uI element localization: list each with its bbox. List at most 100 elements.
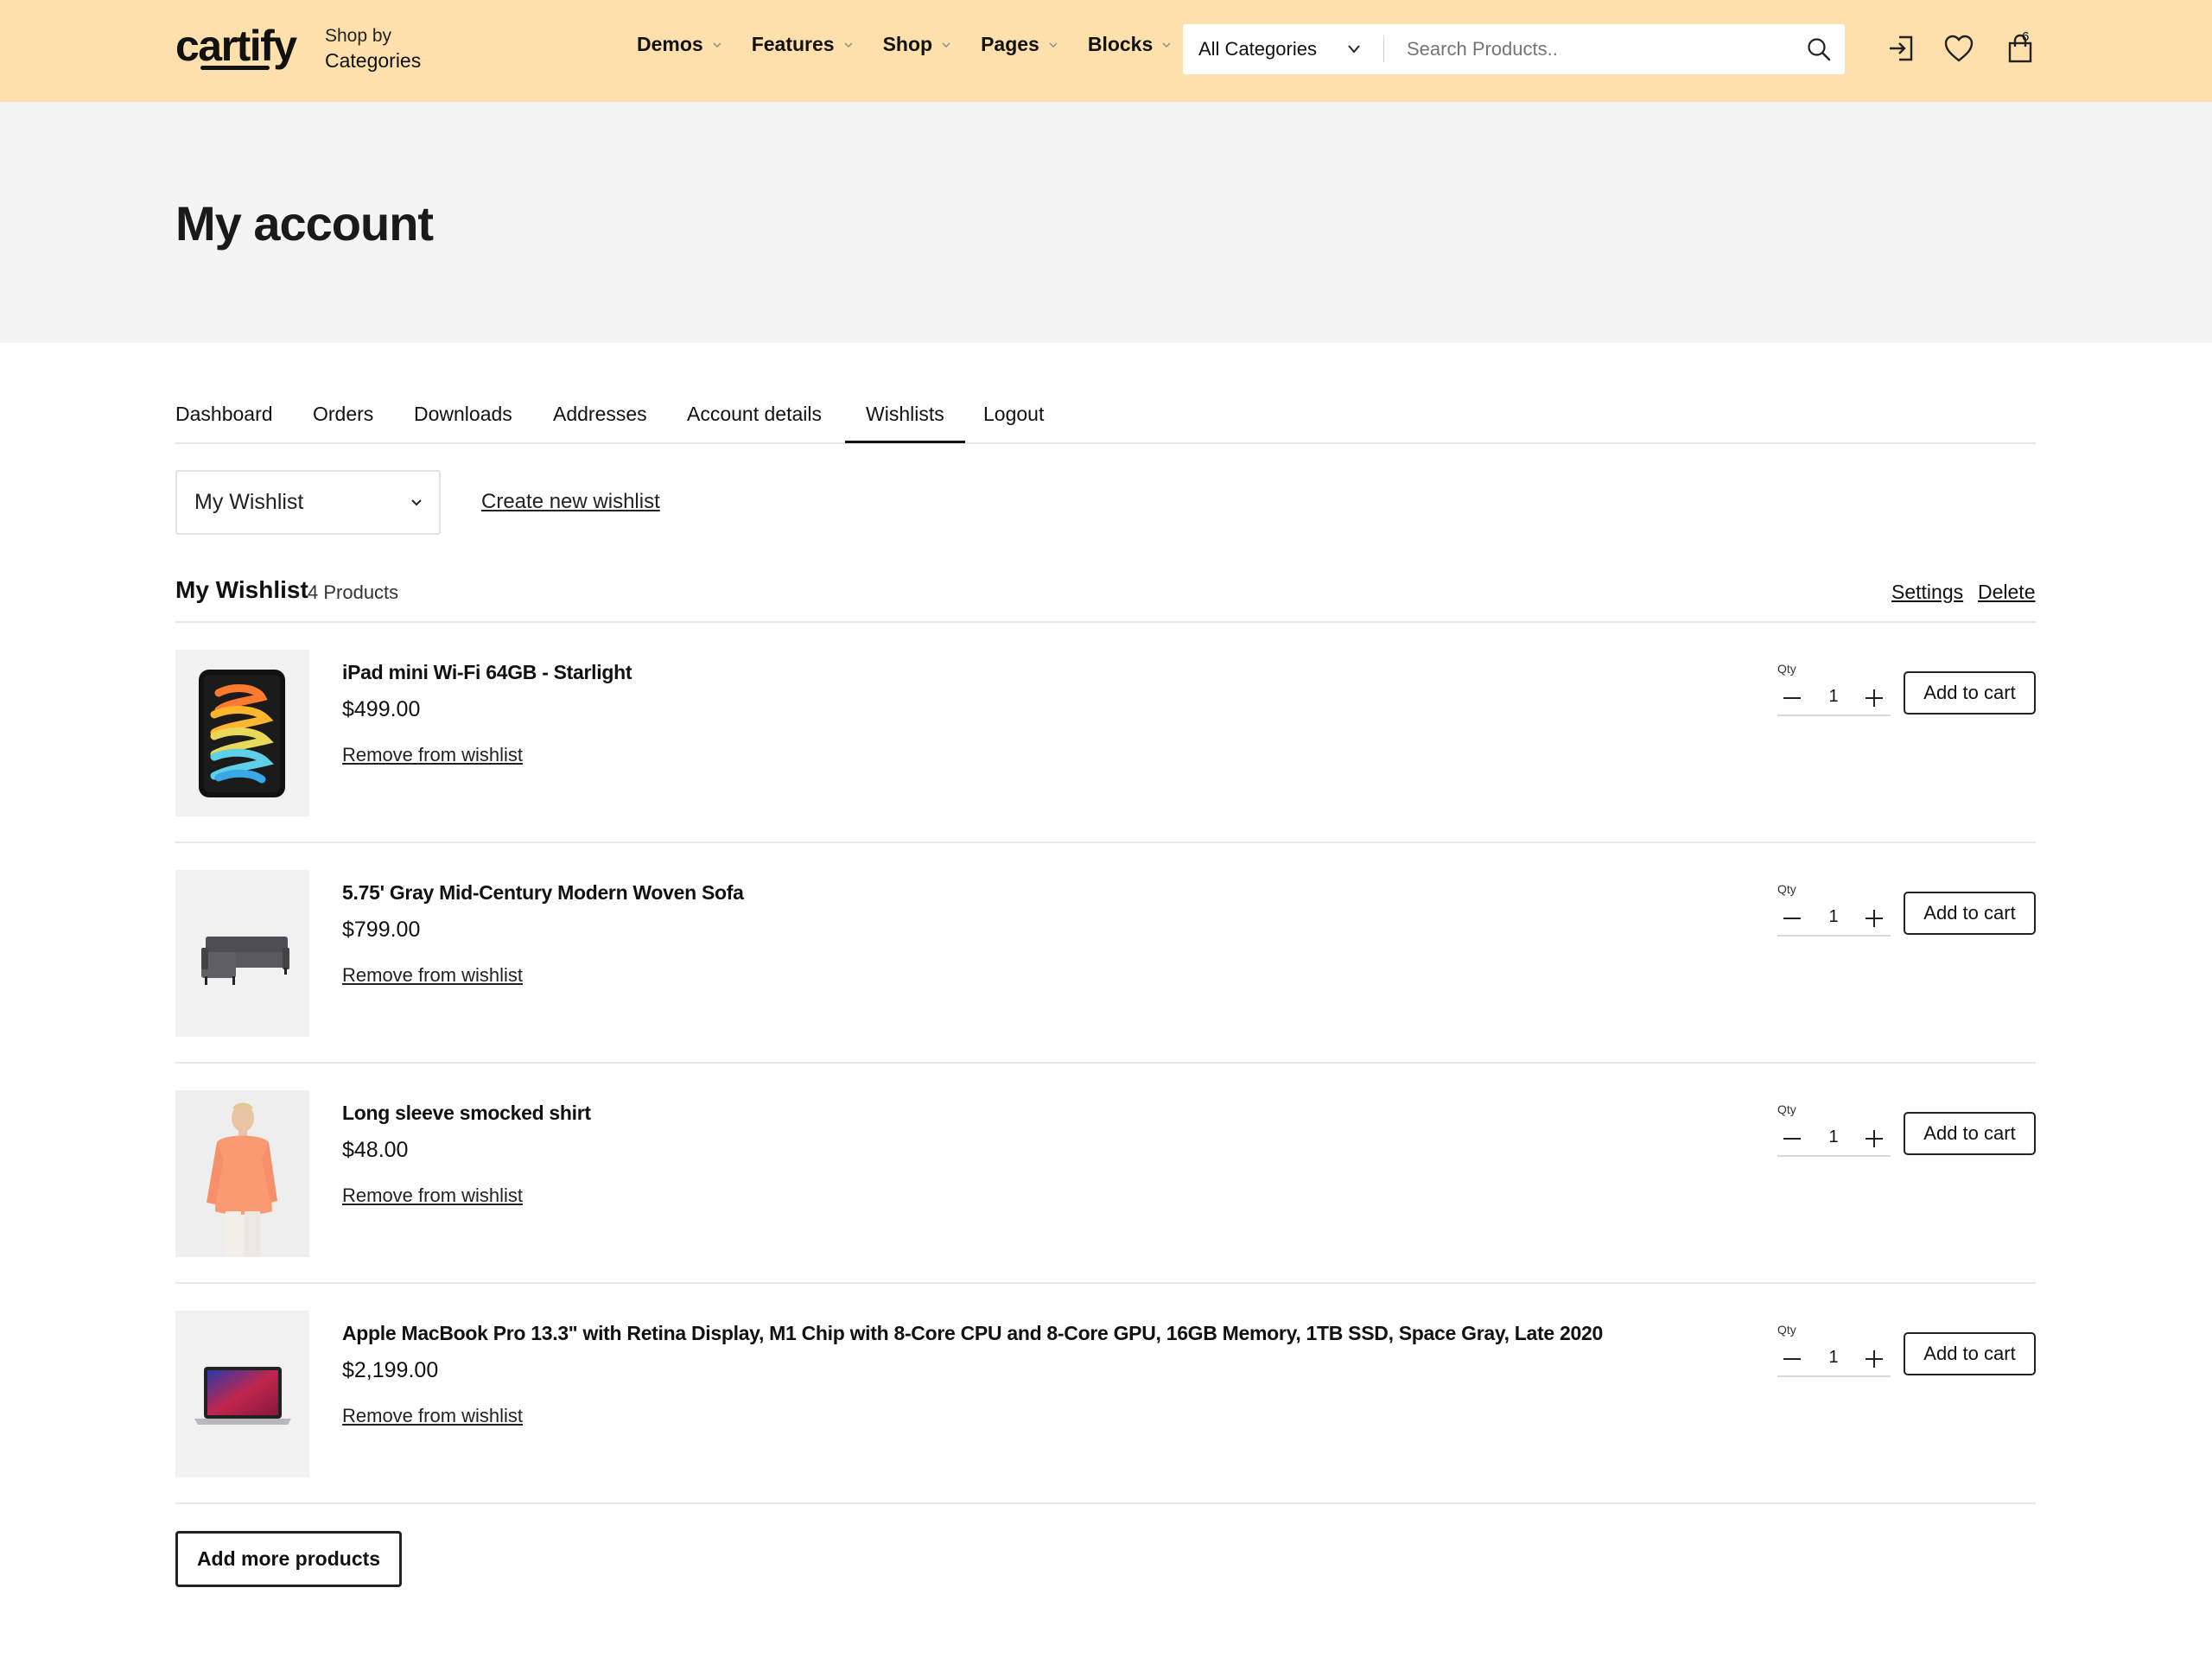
wishlist-header-button[interactable] — [1942, 31, 1976, 66]
product-price: $48.00 — [342, 1138, 409, 1162]
nav-shop[interactable]: Shop — [883, 33, 952, 56]
chevron-down-icon — [1348, 45, 1360, 54]
categories-label: Categories — [325, 49, 422, 72]
search-button[interactable] — [1793, 24, 1845, 74]
create-wishlist-link[interactable]: Create new wishlist — [481, 490, 660, 514]
tab-account-details[interactable]: Account details — [687, 403, 822, 426]
remove-from-wishlist-link[interactable]: Remove from wishlist — [342, 1405, 523, 1427]
cart-button[interactable] — [2003, 31, 2037, 66]
wishlist-select-value: My Wishlist — [194, 490, 304, 514]
wishlist-delete-link[interactable]: Delete — [1978, 581, 2035, 604]
product-name[interactable]: iPad mini Wi-Fi 64GB - Starlight — [342, 661, 632, 684]
nav-blocks-label: Blocks — [1087, 33, 1154, 55]
plus-icon[interactable] — [1863, 1127, 1885, 1150]
product-price: $2,199.00 — [342, 1358, 439, 1382]
ipad-image — [199, 670, 285, 797]
qty-label: Qty — [1777, 1102, 1796, 1116]
sofa-image — [201, 937, 289, 985]
shop-by-categories[interactable]: Shop by Categories — [325, 24, 421, 73]
chevron-down-icon — [1049, 42, 1058, 48]
add-to-cart-button[interactable]: Add to cart — [1904, 671, 2036, 715]
add-to-cart-button[interactable]: Add to cart — [1904, 1112, 2036, 1155]
product-name[interactable]: Apple MacBook Pro 13.3" with Retina Disp… — [342, 1322, 1603, 1345]
divider — [175, 1502, 2036, 1504]
heart-icon — [1944, 35, 1974, 62]
search-input[interactable] — [1384, 24, 1793, 74]
qty-label: Qty — [1777, 662, 1796, 676]
wishlist-item: 5.75' Gray Mid-Century Modern Woven Sofa… — [175, 843, 2036, 1064]
product-price: $799.00 — [342, 918, 421, 942]
site-header: cartify Shop by Categories Demos Feature… — [0, 0, 2212, 102]
nav-demos-label: Demos — [637, 33, 703, 55]
chevron-down-icon — [713, 42, 721, 48]
search-icon — [1808, 38, 1831, 61]
nav-pages-label: Pages — [981, 33, 1039, 55]
quantity-stepper — [1777, 902, 1891, 937]
tab-orders[interactable]: Orders — [313, 403, 373, 426]
product-thumbnail[interactable] — [175, 870, 309, 1037]
active-tab-indicator — [845, 441, 965, 443]
page-title: My account — [175, 196, 434, 251]
remove-from-wishlist-link[interactable]: Remove from wishlist — [342, 1184, 523, 1207]
category-select-value: All Categories — [1198, 38, 1317, 60]
remove-from-wishlist-link[interactable]: Remove from wishlist — [342, 744, 523, 766]
plus-icon[interactable] — [1863, 687, 1885, 709]
search-bar: All Categories — [1183, 24, 1845, 74]
wishlist-item: Long sleeve smocked shirt $48.00 Remove … — [175, 1064, 2036, 1284]
wishlist-heading: My Wishlist — [175, 576, 308, 603]
product-thumbnail[interactable] — [175, 1311, 309, 1477]
wishlist-item: iPad mini Wi-Fi 64GB - Starlight $499.00… — [175, 623, 2036, 843]
qty-label: Qty — [1777, 882, 1796, 896]
tab-dashboard[interactable]: Dashboard — [175, 403, 273, 426]
product-name[interactable]: Long sleeve smocked shirt — [342, 1102, 591, 1125]
qty-label: Qty — [1777, 1323, 1796, 1337]
login-icon — [1890, 35, 1913, 61]
nav-features[interactable]: Features — [752, 33, 854, 56]
plus-icon[interactable] — [1863, 1348, 1885, 1370]
main-nav: Demos Features Shop Pages Blocks — [637, 33, 1201, 56]
login-button[interactable] — [1885, 31, 1919, 66]
quantity-input[interactable] — [1822, 1127, 1845, 1147]
quantity-stepper — [1777, 1122, 1891, 1157]
product-name[interactable]: 5.75' Gray Mid-Century Modern Woven Sofa — [342, 881, 744, 905]
page-hero: My account — [0, 102, 2212, 343]
nav-features-label: Features — [751, 33, 835, 55]
product-thumbnail[interactable] — [175, 650, 309, 816]
add-to-cart-button[interactable]: Add to cart — [1904, 1332, 2036, 1375]
quantity-input[interactable] — [1822, 687, 1845, 707]
wishlist-select[interactable]: My Wishlist — [175, 470, 441, 535]
tab-downloads[interactable]: Downloads — [414, 403, 512, 426]
nav-blocks[interactable]: Blocks — [1088, 33, 1172, 56]
chevron-down-icon — [844, 42, 853, 48]
tab-wishlists[interactable]: Wishlists — [866, 403, 944, 426]
wishlist-item: Apple MacBook Pro 13.3" with Retina Disp… — [175, 1284, 2036, 1504]
tab-logout[interactable]: Logout — [983, 403, 1044, 426]
quantity-input[interactable] — [1822, 907, 1845, 927]
account-tabs: Dashboard Orders Downloads Addresses Acc… — [175, 397, 2036, 444]
minus-icon[interactable] — [1781, 1127, 1803, 1150]
shirt-model-image — [175, 1090, 309, 1257]
nav-demos[interactable]: Demos — [637, 33, 722, 56]
chevron-down-icon — [411, 499, 422, 506]
cart-icon — [2008, 34, 2032, 63]
add-to-cart-button[interactable]: Add to cart — [1904, 892, 2036, 935]
category-select[interactable]: All Categories — [1183, 24, 1383, 74]
minus-icon[interactable] — [1781, 687, 1803, 709]
cartify-logo[interactable]: cartify — [175, 21, 297, 71]
plus-icon[interactable] — [1863, 907, 1885, 930]
chevron-down-icon — [1162, 42, 1171, 48]
wishlist-settings-link[interactable]: Settings — [1891, 581, 1963, 604]
chevron-down-icon — [942, 42, 950, 48]
shop-by-label: Shop by — [325, 26, 392, 46]
cart-count-badge: 6 — [2022, 29, 2030, 44]
macbook-image — [194, 1367, 291, 1425]
remove-from-wishlist-link[interactable]: Remove from wishlist — [342, 964, 523, 987]
minus-icon[interactable] — [1781, 1348, 1803, 1370]
product-thumbnail[interactable] — [175, 1090, 309, 1257]
tab-addresses[interactable]: Addresses — [553, 403, 647, 426]
add-more-products-button[interactable]: Add more products — [175, 1531, 402, 1587]
minus-icon[interactable] — [1781, 907, 1803, 930]
nav-shop-label: Shop — [882, 33, 933, 55]
nav-pages[interactable]: Pages — [981, 33, 1058, 56]
quantity-input[interactable] — [1822, 1348, 1845, 1368]
